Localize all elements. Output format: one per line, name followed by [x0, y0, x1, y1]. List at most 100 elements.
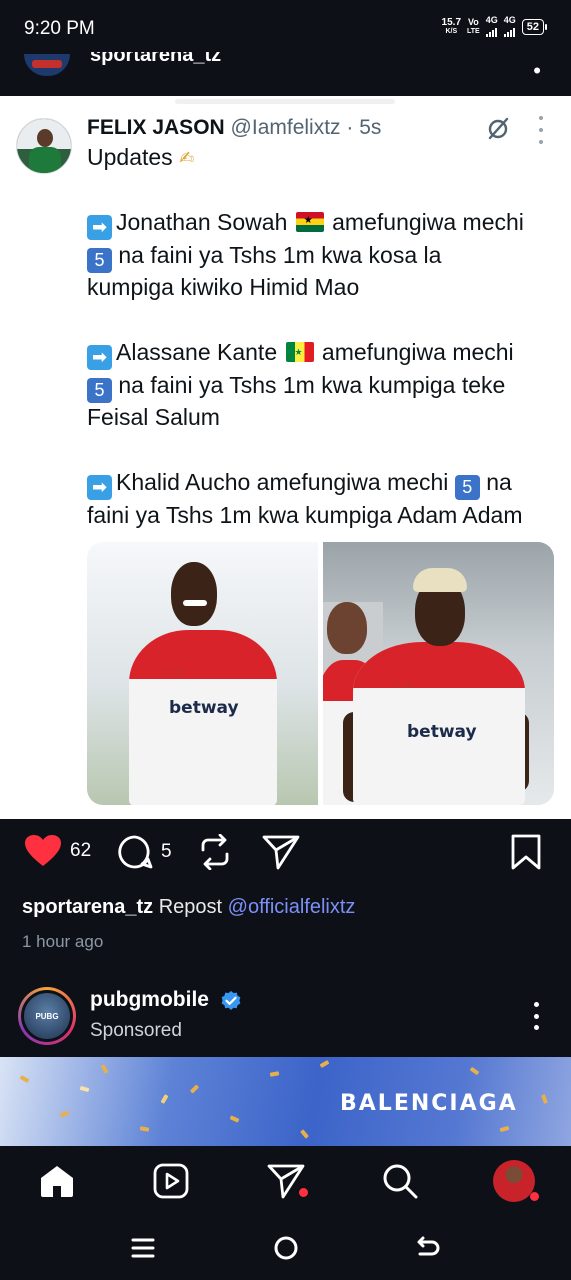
net-speed-unit: K/S	[445, 27, 458, 35]
tweet-text: Updates ✍ ➡Jonathan Sowah amefungiwa mec…	[87, 141, 561, 531]
battery-icon: 52	[521, 18, 547, 35]
network-2-label: 4G	[503, 15, 516, 25]
sim2-signal: 4G	[503, 15, 516, 37]
tweet-item-text: Khalid Aucho amefungiwa mechi	[116, 469, 449, 495]
prev-post-header: sportarena_tz •	[0, 52, 571, 96]
arrow-right-icon: ➡	[87, 345, 112, 370]
senegal-flag-icon	[285, 342, 314, 362]
tweet-item-text: faini ya Tshs 1m kwa kumpiga Adam Adam	[87, 501, 523, 528]
prev-post-username[interactable]: sportarena_tz	[90, 52, 221, 67]
battery-level: 52	[521, 18, 544, 35]
arrow-right-icon: ➡	[87, 215, 112, 240]
divider	[175, 99, 395, 104]
repost-mention[interactable]: @officialfelixtz	[228, 896, 356, 918]
repost-attribution: sportarena_tz Repost @officialfelixtz	[22, 896, 355, 919]
sponsored-username[interactable]: pubgmobile	[90, 988, 209, 1012]
comment-count: 5	[161, 841, 172, 862]
reels-icon	[153, 1163, 189, 1199]
tweet-item-text: amefungiwa mechi	[332, 209, 524, 235]
tweet-item-text: amefungiwa mechi	[321, 339, 514, 365]
repost-username[interactable]: sportarena_tz	[22, 896, 153, 918]
home-circle-icon[interactable]	[272, 1234, 300, 1262]
tweet-item-text: Alassane Kante	[116, 339, 278, 365]
signal-bars-icon	[503, 25, 516, 37]
share-icon	[262, 835, 300, 870]
notification-dot	[299, 1188, 308, 1197]
tweet-item-text: na faini ya Tshs 1m kwa kosa la	[118, 241, 442, 268]
search-icon	[383, 1164, 418, 1199]
bottom-nav	[0, 1146, 571, 1218]
notification-dot	[530, 1192, 539, 1201]
home-icon	[41, 1166, 73, 1197]
sim1-signal: 4G	[485, 15, 498, 37]
grok-icon	[488, 117, 509, 140]
jersey-badge: Cola	[163, 666, 184, 677]
net-speed-value: 15.7	[441, 16, 462, 28]
keycap-number-icon: 5	[87, 247, 112, 273]
jersey-badge: Cola	[393, 680, 414, 691]
tweet-item-text: na faini ya Tshs 1m kwa kumpiga teke	[118, 371, 506, 398]
bleached-hair	[413, 568, 467, 592]
tweet-title: Updates	[87, 144, 173, 170]
more-icon[interactable]	[532, 1002, 540, 1030]
recents-icon[interactable]	[131, 1234, 155, 1262]
like-button[interactable]: 62	[24, 834, 91, 868]
status-time: 9:20 PM	[24, 18, 95, 39]
tweet-photo-2: betway Cola	[323, 542, 554, 805]
network-1-label: 4G	[485, 15, 498, 25]
post-timestamp: 1 hour ago	[22, 932, 104, 951]
bookmark-icon	[511, 834, 541, 870]
volte-indicator: Vo LTE	[467, 16, 480, 36]
save-button[interactable]	[510, 834, 542, 870]
status-indicators: 15.7 K/S Vo LTE 4G 4G 52	[442, 16, 547, 37]
volte-top: Vo	[467, 16, 479, 27]
pubg-logo: PUBG	[24, 993, 70, 1039]
nav-search[interactable]	[381, 1162, 419, 1200]
nav-reels[interactable]	[152, 1162, 190, 1200]
post-action-bar: 62 5	[0, 834, 571, 880]
repost-label: Repost	[158, 896, 223, 918]
player-head	[171, 562, 217, 626]
repost-button[interactable]	[198, 834, 232, 870]
signal-bars-icon	[485, 25, 498, 37]
comment-button[interactable]: 5	[117, 834, 172, 870]
jersey-sponsor: betway	[407, 722, 477, 742]
post-image-tweet[interactable]: FELIX JASON @Iamfelixtz · 5s Updates ✍ ➡…	[0, 96, 571, 819]
player-jersey: betway Cola	[129, 630, 277, 805]
nav-home[interactable]	[38, 1162, 76, 1200]
status-bar: 9:20 PM 15.7 K/S Vo LTE 4G 4G 52	[0, 0, 571, 52]
tweet-avatar	[16, 118, 72, 174]
jersey-sponsor: betway	[169, 698, 239, 718]
nav-profile-avatar[interactable]	[493, 1160, 535, 1202]
volte-bottom: LTE	[467, 27, 480, 35]
keycap-number-icon: 5	[87, 377, 112, 403]
share-button[interactable]	[262, 834, 300, 870]
nav-messages[interactable]	[267, 1162, 308, 1200]
ghana-flag-icon	[295, 212, 324, 232]
tweet-item-text: Jonathan Sowah	[116, 209, 288, 235]
keycap-number-icon: 5	[454, 475, 480, 500]
tweet-header: FELIX JASON @Iamfelixtz · 5s	[87, 116, 381, 140]
repost-icon	[201, 834, 229, 870]
sponsored-label: Sponsored	[90, 1020, 182, 1041]
system-nav-bar	[0, 1218, 571, 1280]
verified-icon	[221, 991, 241, 1010]
more-icon[interactable]: •	[533, 58, 541, 84]
heart-icon	[25, 835, 61, 866]
more-icon	[536, 116, 546, 144]
comment-icon	[118, 835, 153, 869]
prev-post-avatar[interactable]	[24, 54, 70, 76]
writing-hand-icon: ✍	[179, 148, 195, 168]
tweet-photo-1: betway Cola	[87, 542, 318, 805]
ad-brand-text: BALENCIAGA	[340, 1091, 518, 1116]
tweet-handle-time: @Iamfelixtz · 5s	[230, 116, 382, 139]
sponsored-avatar[interactable]: PUBG	[18, 987, 76, 1045]
sponsored-media[interactable]: BALENCIAGA	[0, 1057, 571, 1146]
back-icon[interactable]	[414, 1234, 442, 1262]
player-jersey: betway Cola	[353, 642, 525, 805]
tweet-item-text: Feisal Salum	[87, 404, 220, 430]
like-count: 62	[70, 840, 92, 861]
arrow-right-icon: ➡	[87, 475, 112, 500]
tweet-item-text: kumpiga kiwiko Himid Mao	[87, 274, 360, 300]
tweet-display-name: FELIX JASON	[87, 116, 225, 139]
